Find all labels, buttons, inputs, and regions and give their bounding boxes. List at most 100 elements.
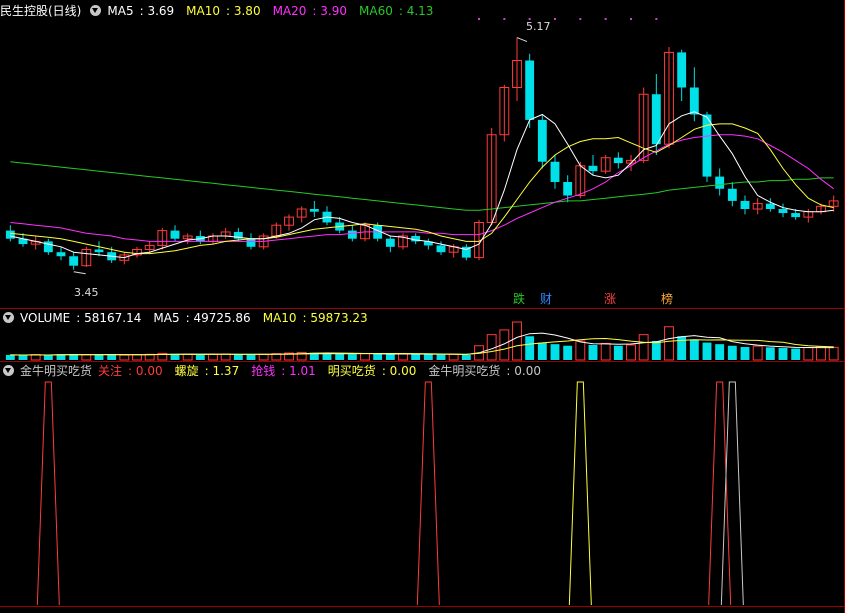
indicator-spike: [720, 381, 744, 606]
volume-bar: [258, 353, 269, 361]
volume-bar: [702, 342, 712, 360]
volume-bar: [220, 353, 231, 361]
indicator-spike: [36, 381, 60, 606]
ma10-label: MA10: 3.80: [186, 4, 261, 18]
volume-header: VOLUME: 58167.14 MA5: 49725.86 MA10: 59873…: [0, 310, 380, 326]
volume-bar: [803, 347, 814, 361]
volume-bar: [119, 354, 130, 361]
volume-bar: [664, 326, 674, 361]
marker-dot: [655, 18, 658, 20]
ma20-label: MA20: 3.90: [272, 4, 347, 18]
volume-bar: [752, 345, 763, 361]
ma60-label: MA60: 4.13: [359, 4, 434, 18]
volume-bar: [411, 354, 421, 360]
volume-label: VOLUME: 58167.14: [20, 311, 142, 325]
candle-body: [5, 230, 15, 239]
volume-bar: [715, 344, 725, 360]
volume-bar: [740, 347, 750, 360]
candle-body: [537, 119, 547, 162]
candle-body: [715, 176, 725, 189]
volume-bar: [107, 354, 117, 360]
marker-dot: [579, 18, 582, 20]
volume-bar: [791, 348, 801, 360]
marker-dot: [478, 18, 480, 20]
candle-body: [385, 238, 395, 247]
signal-zhang: 涨: [604, 292, 617, 306]
candle-body: [550, 161, 560, 182]
indicator-spike: [568, 381, 592, 606]
volume-bar: [398, 353, 408, 361]
candle-body: [436, 245, 446, 253]
volume-bar: [208, 353, 218, 361]
marker-dot: [630, 18, 632, 20]
candle-body: [56, 252, 66, 257]
volume-bar: [436, 354, 446, 360]
ind-qiangqian-label: 抢钱: 1.01: [251, 364, 316, 378]
volume-bar: [360, 353, 370, 361]
volume-bar: [727, 345, 737, 360]
ma5-label: MA5: 3.69: [107, 4, 175, 18]
dropdown-icon[interactable]: [3, 365, 14, 376]
ind-guanzhu-label: 关注: 0.00: [98, 364, 163, 378]
candle-body: [689, 87, 699, 115]
signal-cai: 财: [540, 292, 553, 306]
candle-body: [94, 249, 104, 253]
ind-mingmai-label: 明买吃货: 0.00: [327, 364, 417, 378]
vol-ma5-label: MA5: 49725.86: [153, 311, 251, 325]
marker-dot: [503, 18, 506, 20]
volume-bar: [575, 340, 586, 361]
candle-body: [702, 114, 712, 177]
dropdown-icon[interactable]: [3, 312, 14, 323]
volume-bar: [195, 354, 205, 360]
candle-body: [727, 188, 737, 201]
candle-body: [765, 203, 775, 209]
volume-bar: [94, 354, 104, 360]
indicator-spike: [416, 381, 440, 606]
candle-body: [740, 200, 750, 209]
candle-body: [69, 256, 79, 266]
volume-bar: [5, 354, 15, 360]
volume-bar: [600, 342, 611, 361]
volume-bar: [512, 321, 522, 361]
volume-bar: [613, 345, 623, 360]
volume-bar: [828, 346, 839, 361]
marker-dot: [604, 18, 607, 20]
volume-bar: [550, 344, 560, 360]
candle-body: [246, 238, 256, 247]
vol-ma10-label: MA10: 59873.23: [262, 311, 368, 325]
volume-bar: [385, 354, 395, 360]
volume-bar: [537, 342, 547, 360]
volume-bar: [816, 346, 826, 361]
stock-title: 民生控股(日线): [0, 4, 82, 18]
volume-bar: [322, 353, 332, 360]
volume-bar: [18, 355, 28, 360]
candle-body: [677, 52, 687, 88]
chart-canvas: [0, 0, 845, 613]
candle-body: [170, 230, 180, 239]
volume-bar: [638, 334, 649, 361]
candle-body: [778, 209, 788, 214]
dropdown-icon[interactable]: [90, 5, 102, 16]
volume-bar: [525, 336, 535, 360]
volume-bar: [233, 354, 243, 360]
candle-body: [651, 94, 661, 145]
volume-bar: [423, 354, 433, 360]
volume-bar: [81, 354, 92, 361]
candle-body: [563, 182, 573, 196]
high-price-pointer: [516, 37, 528, 43]
candle-body: [791, 213, 801, 218]
candle-body: [525, 60, 535, 120]
volume-bar: [651, 341, 661, 360]
volume-bar: [335, 353, 345, 360]
volume-bar: [373, 353, 383, 360]
signal-bang: 榜: [661, 292, 674, 306]
high-price-mark: 5.17: [526, 20, 551, 33]
volume-bar: [461, 354, 471, 360]
volume-bar: [588, 344, 598, 360]
candle-body: [588, 165, 598, 172]
volume-bar: [563, 345, 573, 360]
indicator-header: 金牛明买吃货 关注: 0.00 螺旋: 1.37 抢钱: 1.01 明买吃货: 0.00…: [0, 363, 553, 379]
marker-dot: [554, 18, 556, 20]
indicator-title: 金牛明买吃货: [20, 364, 93, 378]
volume-bar: [626, 344, 636, 361]
